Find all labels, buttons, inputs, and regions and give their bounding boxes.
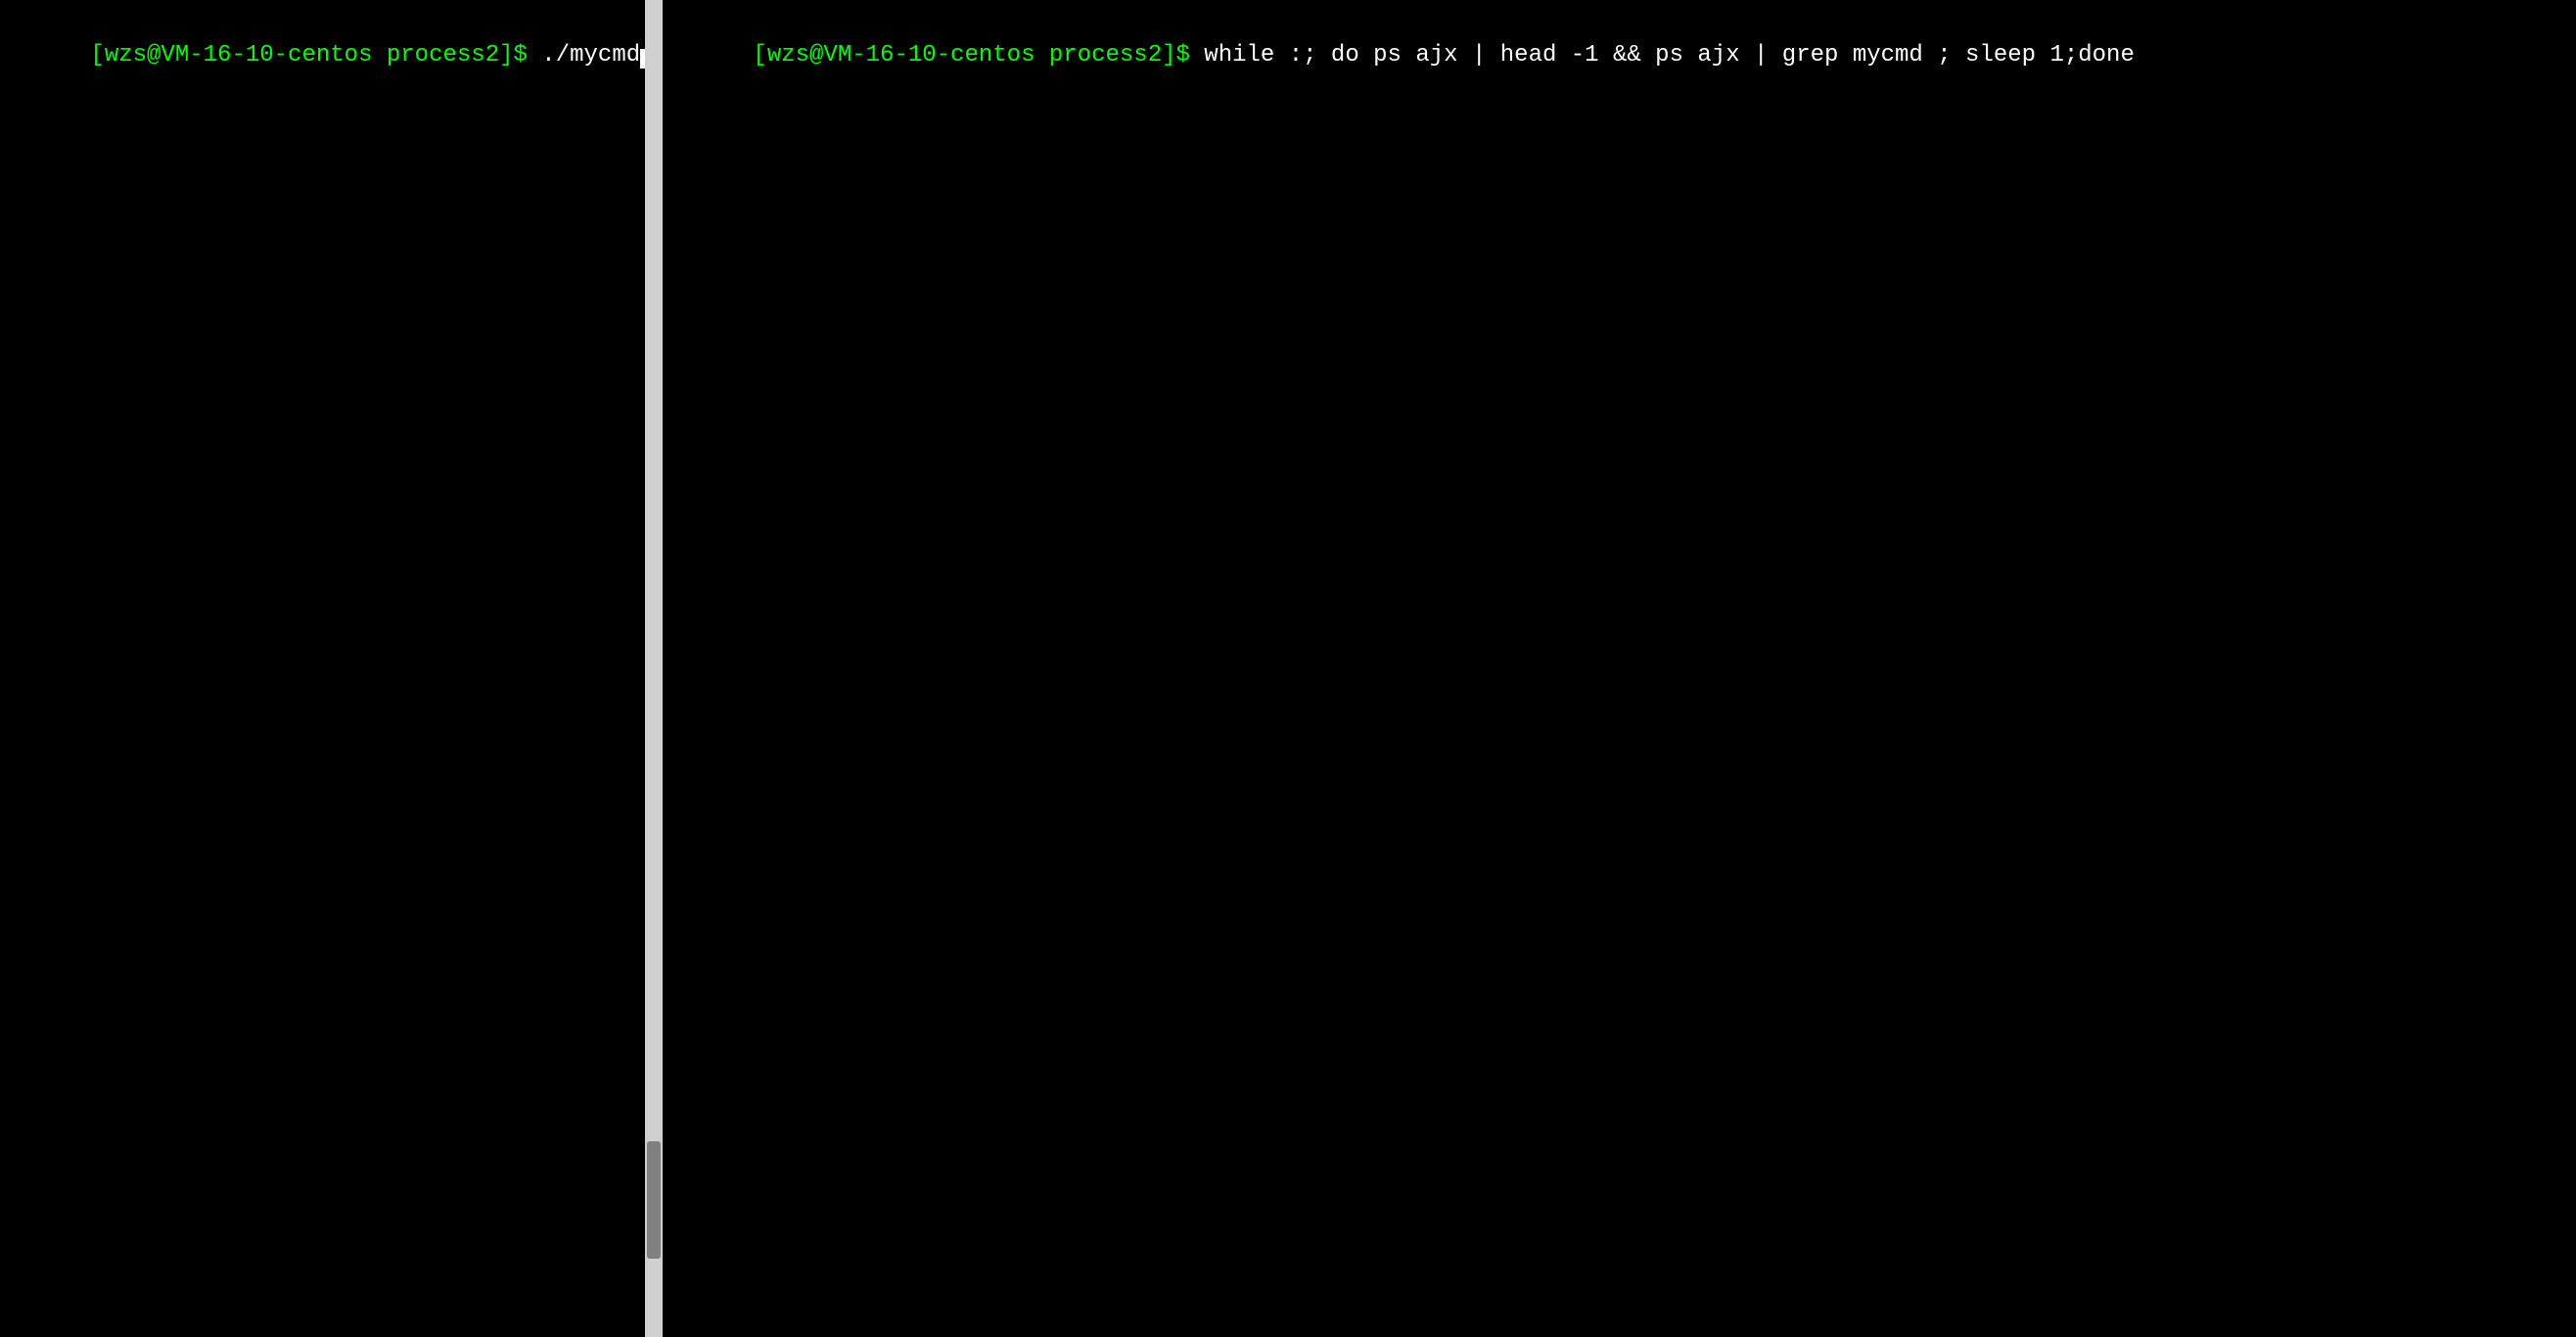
- terminal-left[interactable]: [wzs@VM-16-10-centos process2]$ ./mycmd: [0, 0, 645, 1337]
- divider-handle: [647, 1141, 661, 1259]
- terminal-right-command: while :; do ps ajx | head -1 && ps ajx |…: [1190, 42, 2135, 69]
- terminal-right[interactable]: [wzs@VM-16-10-centos process2]$ while :;…: [663, 0, 2576, 1337]
- terminal-right-prompt: [wzs@VM-16-10-centos process2]$: [753, 42, 1189, 69]
- terminal-right-command-line: [wzs@VM-16-10-centos process2]$ while :;…: [668, 4, 2570, 107]
- terminal-left-command: ./mycmd: [528, 42, 640, 69]
- terminal-left-command-line: [wzs@VM-16-10-centos process2]$ ./mycmd: [6, 4, 639, 107]
- terminal-divider[interactable]: [645, 0, 663, 1337]
- terminal-left-prompt: [wzs@VM-16-10-centos process2]$: [90, 42, 527, 69]
